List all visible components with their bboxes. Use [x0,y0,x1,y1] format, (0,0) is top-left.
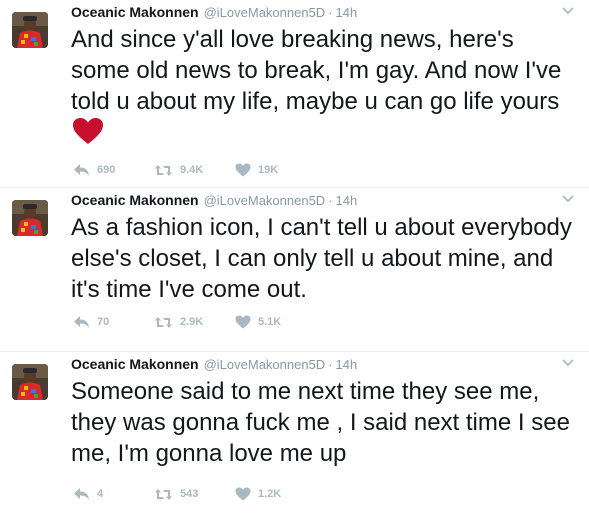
heart-icon [235,315,251,329]
retweet-icon [155,488,172,500]
reply-icon [74,316,89,328]
chevron-down-icon[interactable] [561,6,575,16]
reply-count: 4 [97,488,104,500]
avatar[interactable] [12,12,48,48]
reply-icon [74,164,89,176]
tweet-actions: 690 9.4K 19K [73,161,316,179]
tweet-actions: 70 2.9K 5.1K [73,313,316,331]
separator: · [328,5,333,20]
reply-icon [74,488,89,500]
avatar[interactable] [12,364,48,400]
tweet-text: And since y'all love breaking news, here… [71,24,576,151]
author-name[interactable]: Oceanic Makonnen [71,192,199,208]
reply-count: 690 [97,164,116,176]
timestamp[interactable]: 14h [336,5,358,20]
like-count: 5.1K [258,316,282,328]
like-button[interactable]: 5.1K [235,315,316,329]
separator: · [328,357,333,372]
chevron-down-icon[interactable] [561,194,575,204]
like-count: 1.2K [258,488,282,500]
reply-button[interactable]: 4 [73,487,154,501]
heart-icon [235,163,251,177]
tweet[interactable]: Oceanic Makonnen @iLoveMakonnen5D · 14h … [0,352,589,513]
separator: · [328,193,333,208]
heart-icon [235,487,251,501]
retweet-count: 543 [180,488,199,500]
red-heart-emoji [73,118,103,144]
reply-button[interactable]: 70 [73,315,154,329]
tweet[interactable]: Oceanic Makonnen @iLoveMakonnen5D · 14h … [0,188,589,352]
like-button[interactable]: 19K [235,163,316,177]
retweet-button[interactable]: 2.9K [154,316,235,329]
tweet-actions: 4 543 1.2K [73,485,316,503]
tweet-text: As a fashion icon, I can't tell u about … [71,214,572,303]
reply-count: 70 [97,316,110,328]
author-handle[interactable]: @iLoveMakonnen5D [204,193,326,208]
author-handle[interactable]: @iLoveMakonnen5D [204,5,326,20]
chevron-down-icon[interactable] [561,358,575,368]
retweet-button[interactable]: 543 [154,488,235,501]
retweet-icon [155,164,172,176]
retweet-count: 9.4K [180,164,204,176]
tweet-header: Oceanic Makonnen @iLoveMakonnen5D · 14h [71,4,357,22]
tweet[interactable]: Oceanic Makonnen @iLoveMakonnen5D · 14h … [0,0,589,188]
tweet-text: Someone said to me next time they see me… [71,378,570,467]
like-count: 19K [258,164,279,176]
retweet-button[interactable]: 9.4K [154,164,235,177]
timestamp[interactable]: 14h [336,193,358,208]
author-handle[interactable]: @iLoveMakonnen5D [204,357,326,372]
retweet-icon [155,316,172,328]
like-button[interactable]: 1.2K [235,487,316,501]
avatar[interactable] [12,200,48,236]
tweet-header: Oceanic Makonnen @iLoveMakonnen5D · 14h [71,192,357,210]
reply-button[interactable]: 690 [73,163,154,177]
tweet-text-content: And since y'all love breaking news, here… [71,26,562,115]
tweet-timeline: Oceanic Makonnen @iLoveMakonnen5D · 14h … [0,0,589,513]
retweet-count: 2.9K [180,316,204,328]
author-name[interactable]: Oceanic Makonnen [71,4,199,20]
timestamp[interactable]: 14h [336,357,358,372]
tweet-header: Oceanic Makonnen @iLoveMakonnen5D · 14h [71,356,357,374]
author-name[interactable]: Oceanic Makonnen [71,356,199,372]
